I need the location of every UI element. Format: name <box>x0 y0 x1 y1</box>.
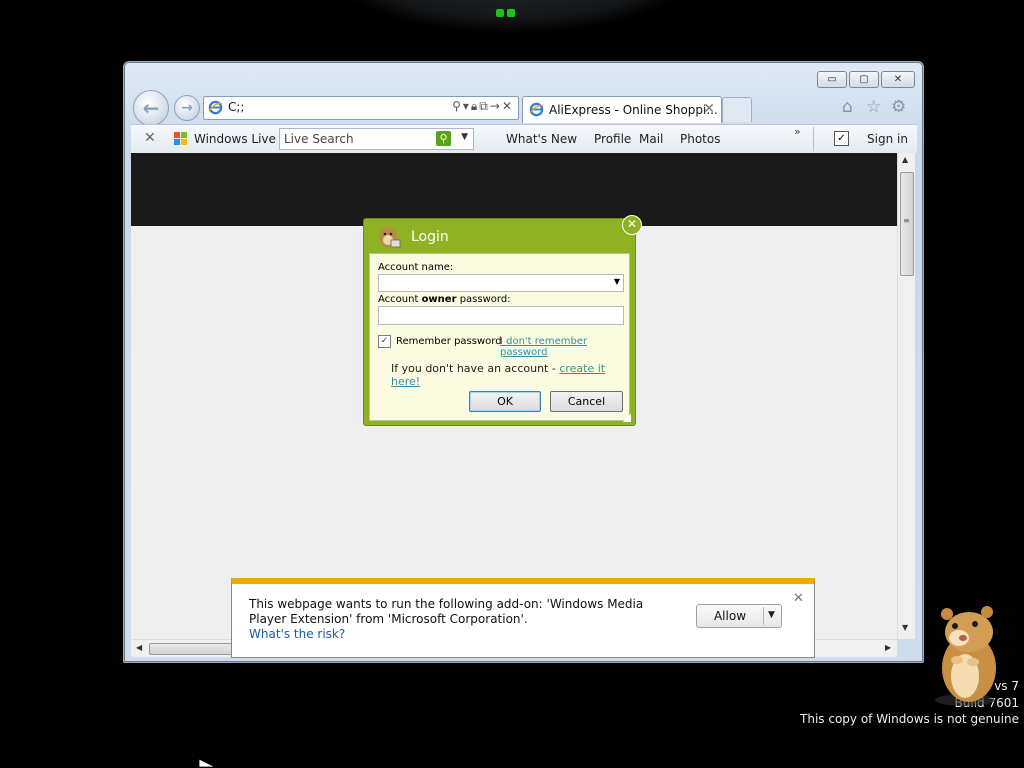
mouse-cursor-icon <box>198 758 216 768</box>
search-icon[interactable]: ⚲ <box>436 131 451 146</box>
address-tools: ⚲▾🔒︎⧉→✕ <box>452 99 514 114</box>
whats-the-risk-link[interactable]: What's the risk? <box>249 627 345 641</box>
ie-icon <box>208 100 223 115</box>
scroll-right-icon[interactable]: ▶ <box>885 643 891 652</box>
toolbar-close-icon[interactable]: ✕ <box>144 130 156 146</box>
compat-icon[interactable]: ⧉ <box>479 99 490 113</box>
star-icon[interactable]: ☆ <box>866 97 881 117</box>
page-header-band <box>131 153 897 226</box>
tab-title: AliExpress - Online Shoppi... <box>549 103 718 117</box>
hamster-login-icon <box>379 227 401 248</box>
dropdown-icon[interactable]: ▾ <box>463 99 471 113</box>
window-close-button[interactable]: ✕ <box>881 71 915 88</box>
maximize-button[interactable]: ▢ <box>849 71 879 88</box>
resize-grip-icon[interactable] <box>623 414 631 422</box>
dialog-title: Login <box>411 229 449 245</box>
hamster-mascot <box>935 606 996 706</box>
password-input[interactable] <box>378 306 624 325</box>
stop-icon[interactable]: ✕ <box>502 99 514 113</box>
back-button[interactable]: ← <box>133 90 169 126</box>
allow-label: Allow <box>713 609 747 623</box>
dialog-close-icon[interactable]: ✕ <box>622 215 642 235</box>
live-search-placeholder: Live Search <box>284 132 354 146</box>
remember-password-checkbox[interactable]: ✓ <box>378 335 391 348</box>
scroll-left-icon[interactable]: ◀ <box>136 643 142 652</box>
password-label-post: password: <box>456 294 511 305</box>
horizontal-scroll-thumb[interactable] <box>149 643 233 655</box>
forgot-password-link[interactable]: I don't remember password <box>500 336 629 358</box>
desktop-indicator-icon <box>496 6 528 18</box>
toolbar-link-profile[interactable]: Profile <box>594 132 631 146</box>
scroll-down-icon[interactable]: ▼ <box>902 623 908 632</box>
password-label-owner: owner <box>421 294 457 305</box>
password-label-pre: Account <box>378 294 422 305</box>
vertical-scrollbar[interactable]: ▲ ≡ ▼ <box>897 153 915 639</box>
address-text: C;; <box>228 100 245 114</box>
windows-live-toolbar: ✕ Windows Live Live Search ⚲ ▼ What's Ne… <box>131 124 917 153</box>
sign-in-link[interactable]: Sign in <box>867 132 908 146</box>
notification-message: This webpage wants to run the following … <box>249 597 644 626</box>
forward-icon: → <box>181 100 193 116</box>
password-label: Account owner password: <box>378 294 511 305</box>
account-name-label: Account name: <box>378 262 454 273</box>
go-icon[interactable]: → <box>490 99 502 113</box>
new-tab-button[interactable] <box>722 97 752 122</box>
addon-notification-bar: This webpage wants to run the following … <box>231 578 815 658</box>
minimize-button[interactable]: ▭ <box>817 71 847 88</box>
windows-live-label[interactable]: Windows Live <box>194 132 276 146</box>
signup-prompt: If you don't have an account - create it… <box>391 362 629 388</box>
account-name-input[interactable]: ▼ <box>378 274 624 292</box>
windows-live-flag-icon <box>174 132 188 146</box>
remember-password-label: Remember password <box>396 336 502 347</box>
toolbar-divider <box>813 127 814 151</box>
chevron-down-icon[interactable]: ▼ <box>614 277 620 286</box>
tab-aliexpress[interactable]: AliExpress - Online Shoppi... ✕ <box>522 96 722 123</box>
ie-icon <box>529 102 544 117</box>
watermark-not-genuine: This copy of Windows is not genuine <box>800 712 1019 726</box>
toolbar-link-whats-new[interactable]: What's New <box>506 132 577 146</box>
forward-button[interactable]: → <box>174 95 200 121</box>
ok-button[interactable]: OK <box>469 391 541 412</box>
toolbar-link-photos[interactable]: Photos <box>680 132 720 146</box>
chevron-more-icon[interactable]: » <box>794 125 801 138</box>
live-search-input[interactable]: Live Search ⚲ ▼ <box>279 128 474 150</box>
search-icon[interactable]: ⚲ <box>452 99 463 113</box>
grip-icon: ≡ <box>903 216 910 225</box>
checkmark-icon[interactable]: ✓ <box>834 131 849 146</box>
chevron-down-icon[interactable]: ▼ <box>461 132 468 142</box>
toolbar-link-mail[interactable]: Mail <box>639 132 663 146</box>
cancel-button[interactable]: Cancel <box>550 391 623 412</box>
signup-prompt-text: If you don't have an account - <box>391 362 560 375</box>
scroll-up-icon[interactable]: ▲ <box>902 155 908 164</box>
gear-icon[interactable]: ⚙ <box>891 97 906 117</box>
chevron-down-icon[interactable]: ▼ <box>768 610 775 620</box>
tab-close-icon[interactable]: ✕ <box>703 101 715 117</box>
back-icon: ← <box>142 96 160 120</box>
login-dialog: ✕ Login Account name: ▼ Account owner pa… <box>363 215 642 426</box>
allow-button[interactable]: Allow ▼ <box>696 604 782 628</box>
close-icon[interactable]: ✕ <box>793 591 804 606</box>
home-icon[interactable]: ⌂ <box>842 97 853 117</box>
allow-divider <box>763 607 764 625</box>
address-bar[interactable]: C;; ⚲▾🔒︎⧉→✕ <box>203 96 519 120</box>
vertical-scroll-thumb[interactable]: ≡ <box>900 172 914 276</box>
login-form: Account name: ▼ Account owner password: … <box>369 253 630 421</box>
